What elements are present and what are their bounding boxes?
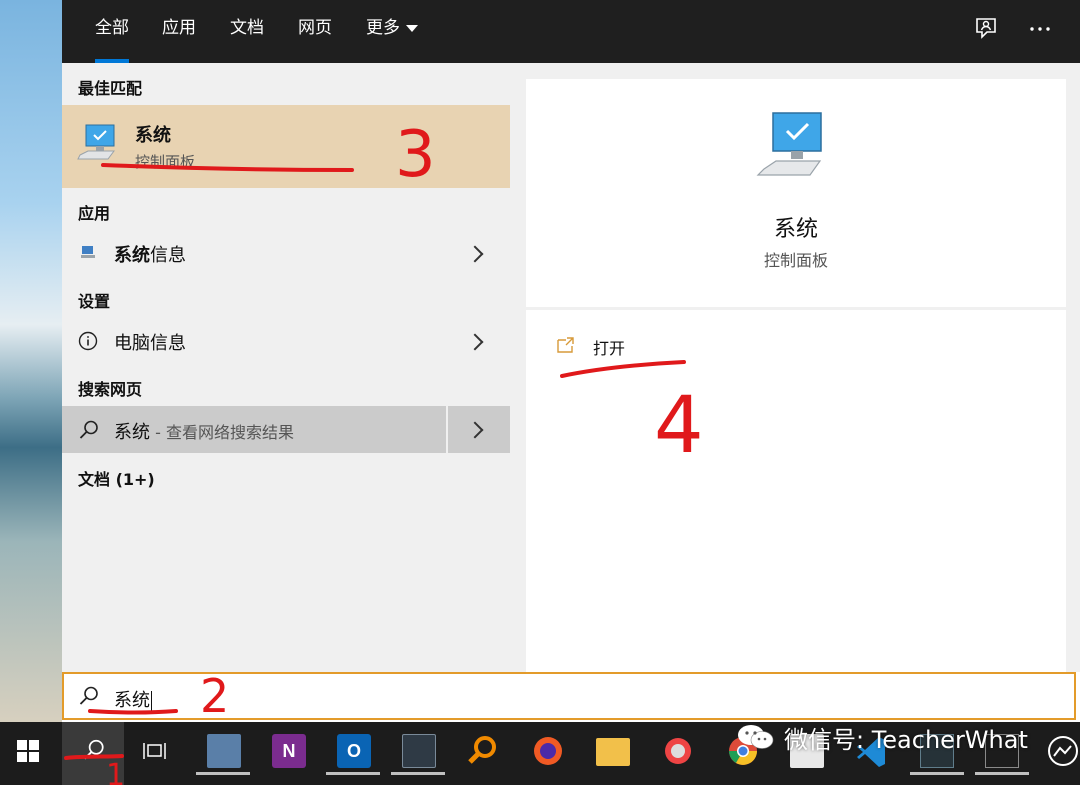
web-search-suffix: - 查看网络搜索结果 [150,423,294,442]
search-icon [84,739,104,760]
chevron-right-icon [466,421,484,439]
chevron-down-icon [406,24,418,32]
windows-start-icon[interactable] [14,737,42,765]
search-filter-bar: 全部 应用 文档 网页 更多 [62,0,1080,63]
info-icon [78,331,98,351]
app-icon[interactable] [661,734,695,768]
web-search-query: 系统 [114,422,150,443]
taskbar-running-indicator [196,772,250,775]
search-icon [79,686,98,705]
section-header-settings: 设置 [78,292,111,311]
web-search-item[interactable]: 系统 - 查看网络搜索结果 [62,406,446,453]
section-header-best-match: 最佳匹配 [78,79,143,98]
chevron-right-icon[interactable] [466,245,484,263]
section-header-web: 搜索网页 [78,380,143,399]
app-item-system-info[interactable]: 系统信息 [62,230,510,276]
taskbar-running-indicator [975,772,1029,775]
preview-title: 系统 [773,217,818,242]
taskbar-running-indicator [326,772,380,775]
best-match-subtitle: 控制面板 [135,153,196,171]
preview-actions: 打开 [526,310,1066,672]
section-header-apps: 应用 [78,204,111,223]
search-input-value: 系统 [114,690,150,711]
settings-item-pc-info[interactable]: 电脑信息 [62,318,510,364]
firefox-app-icon[interactable] [531,734,565,768]
computer-icon [77,124,115,160]
open-action[interactable]: 打开 [554,332,754,362]
tab-documents[interactable]: 文档 [230,0,264,63]
best-match-item[interactable]: 系统 控制面板 [62,105,510,188]
search-icon [79,420,98,439]
open-action-label: 打开 [593,339,626,358]
outlook-app-icon[interactable]: O [337,734,371,768]
open-icon [557,337,574,353]
chevron-right-icon[interactable] [466,333,484,351]
search-tool-app-icon[interactable] [466,734,500,768]
system-info-icon [81,246,95,258]
results-list: 最佳匹配 系统 控制面板 应用 系统信息 设置 电脑信息 搜索网页 系统 - 查… [62,63,510,672]
task-view-icon[interactable] [140,736,170,766]
text-caret [151,691,152,711]
watermark: 微信号: TeacherWhat [736,722,1028,754]
app-icon[interactable] [1046,734,1080,768]
section-header-documents: 文档 (1+) [78,470,155,489]
desktop-wallpaper [0,0,62,722]
tab-more[interactable]: 更多 [366,0,418,63]
best-match-title: 系统 [135,125,171,146]
feedback-icon[interactable] [972,15,1000,43]
taskbar-running-indicator [910,772,964,775]
preview-subtitle: 控制面板 [763,251,828,270]
more-options-icon[interactable] [1026,15,1054,43]
onenote-app-icon[interactable]: N [272,734,306,768]
notepad-app-icon[interactable] [207,734,241,768]
taskbar-search-button[interactable] [62,722,124,785]
wechat-icon [738,725,774,749]
web-search-expand-button[interactable] [448,406,510,453]
tab-apps[interactable]: 应用 [162,0,196,63]
tab-web[interactable]: 网页 [298,0,332,63]
app-item-label-rest: 信息 [150,245,186,266]
search-input[interactable]: 系统 [114,686,152,712]
file-explorer-app-icon[interactable] [596,738,630,766]
app-item-label-bold: 系统 [114,245,150,266]
computer-icon [756,112,822,176]
taskbar-running-indicator [391,772,445,775]
search-box[interactable]: 系统 [62,672,1076,720]
preview-header: 系统 控制面板 [526,79,1066,307]
tab-all[interactable]: 全部 [95,0,129,63]
settings-item-label: 电脑信息 [114,333,186,354]
terminal-app-icon[interactable] [402,734,436,768]
watermark-text: 微信号: TeacherWhat [784,725,1028,754]
